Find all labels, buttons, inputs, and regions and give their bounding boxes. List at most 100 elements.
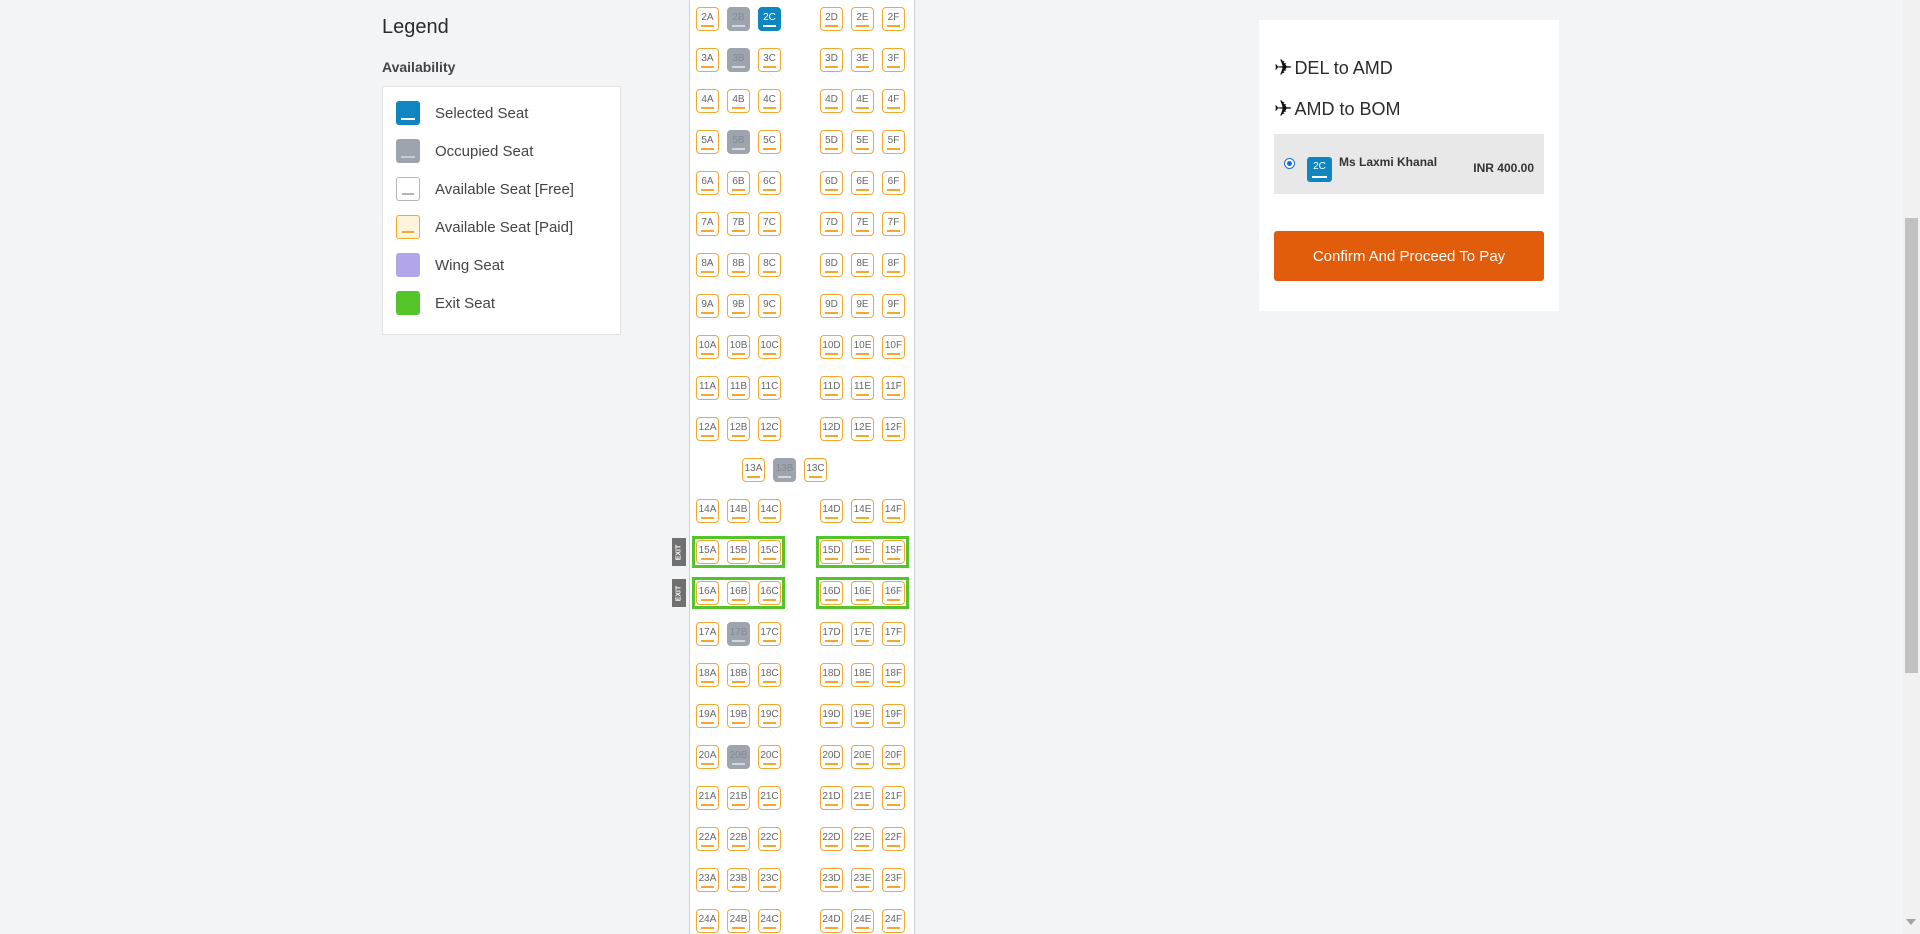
seat-23e[interactable]: 23E: [851, 868, 874, 892]
seat-14a[interactable]: 14A: [696, 499, 719, 523]
seat-12b[interactable]: 12B: [727, 417, 750, 441]
seat-20c[interactable]: 20C: [758, 745, 781, 769]
seat-12f[interactable]: 12F: [882, 417, 905, 441]
seat-22f[interactable]: 22F: [882, 827, 905, 851]
seat-3e[interactable]: 3E: [851, 48, 874, 72]
seat-4a[interactable]: 4A: [696, 89, 719, 113]
seat-21c[interactable]: 21C: [758, 786, 781, 810]
seat-24a[interactable]: 24A: [696, 909, 719, 933]
seat-22c[interactable]: 22C: [758, 827, 781, 851]
seat-12e[interactable]: 12E: [851, 417, 874, 441]
seat-9a[interactable]: 9A: [696, 294, 719, 318]
seat-10e[interactable]: 10E: [851, 335, 874, 359]
seat-4e[interactable]: 4E: [851, 89, 874, 113]
seat-6f[interactable]: 6F: [882, 171, 905, 195]
seat-24b[interactable]: 24B: [727, 909, 750, 933]
seat-8b[interactable]: 8B: [727, 253, 750, 277]
seat-17e[interactable]: 17E: [851, 622, 874, 646]
seat-17f[interactable]: 17F: [882, 622, 905, 646]
seat-14b[interactable]: 14B: [727, 499, 750, 523]
seat-7b[interactable]: 7B: [727, 212, 750, 236]
seat-16c[interactable]: 16C: [758, 581, 781, 605]
seat-5e[interactable]: 5E: [851, 130, 874, 154]
seat-18a[interactable]: 18A: [696, 663, 719, 687]
seat-3c[interactable]: 3C: [758, 48, 781, 72]
seat-12a[interactable]: 12A: [696, 417, 719, 441]
seat-21b[interactable]: 21B: [727, 786, 750, 810]
seat-20d[interactable]: 20D: [820, 745, 843, 769]
seat-5a[interactable]: 5A: [696, 130, 719, 154]
seat-15c[interactable]: 15C: [758, 540, 781, 564]
seat-19e[interactable]: 19E: [851, 704, 874, 728]
seat-11d[interactable]: 11D: [820, 376, 843, 400]
seat-4b[interactable]: 4B: [727, 89, 750, 113]
seat-21d[interactable]: 21D: [820, 786, 843, 810]
seat-21e[interactable]: 21E: [851, 786, 874, 810]
seat-7c[interactable]: 7C: [758, 212, 781, 236]
seat-6b[interactable]: 6B: [727, 171, 750, 195]
seat-9c[interactable]: 9C: [758, 294, 781, 318]
seat-17c[interactable]: 17C: [758, 622, 781, 646]
seat-18f[interactable]: 18F: [882, 663, 905, 687]
seat-14e[interactable]: 14E: [851, 499, 874, 523]
seat-2e[interactable]: 2E: [851, 7, 874, 31]
seat-8c[interactable]: 8C: [758, 253, 781, 277]
seat-6c[interactable]: 6C: [758, 171, 781, 195]
seat-2f[interactable]: 2F: [882, 7, 905, 31]
seat-11a[interactable]: 11A: [696, 376, 719, 400]
seat-23f[interactable]: 23F: [882, 868, 905, 892]
seat-7d[interactable]: 7D: [820, 212, 843, 236]
seat-15e[interactable]: 15E: [851, 540, 874, 564]
seat-9e[interactable]: 9E: [851, 294, 874, 318]
seat-3d[interactable]: 3D: [820, 48, 843, 72]
seat-19b[interactable]: 19B: [727, 704, 750, 728]
seat-15f[interactable]: 15F: [882, 540, 905, 564]
seat-11f[interactable]: 11F: [882, 376, 905, 400]
seat-5d[interactable]: 5D: [820, 130, 843, 154]
seat-8d[interactable]: 8D: [820, 253, 843, 277]
seat-6a[interactable]: 6A: [696, 171, 719, 195]
seat-19d[interactable]: 19D: [820, 704, 843, 728]
passenger-radio[interactable]: [1284, 158, 1295, 169]
seat-23b[interactable]: 23B: [727, 868, 750, 892]
seat-11c[interactable]: 11C: [758, 376, 781, 400]
seat-4f[interactable]: 4F: [882, 89, 905, 113]
seat-18c[interactable]: 18C: [758, 663, 781, 687]
seat-24d[interactable]: 24D: [820, 909, 843, 933]
seat-17a[interactable]: 17A: [696, 622, 719, 646]
seat-17d[interactable]: 17D: [820, 622, 843, 646]
seat-22b[interactable]: 22B: [727, 827, 750, 851]
seat-3a[interactable]: 3A: [696, 48, 719, 72]
seat-8f[interactable]: 8F: [882, 253, 905, 277]
seat-8a[interactable]: 8A: [696, 253, 719, 277]
scroll-down-arrow-icon[interactable]: [1906, 919, 1916, 925]
seat-2d[interactable]: 2D: [820, 7, 843, 31]
seat-18b[interactable]: 18B: [727, 663, 750, 687]
seat-24c[interactable]: 24C: [758, 909, 781, 933]
seat-22e[interactable]: 22E: [851, 827, 874, 851]
seat-4d[interactable]: 4D: [820, 89, 843, 113]
seat-23c[interactable]: 23C: [758, 868, 781, 892]
seat-14d[interactable]: 14D: [820, 499, 843, 523]
passenger-row[interactable]: 2C Ms Laxmi Khanal INR 400.00: [1274, 134, 1544, 194]
seat-11b[interactable]: 11B: [727, 376, 750, 400]
seat-6d[interactable]: 6D: [820, 171, 843, 195]
seat-7e[interactable]: 7E: [851, 212, 874, 236]
seat-9f[interactable]: 9F: [882, 294, 905, 318]
seat-16a[interactable]: 16A: [696, 581, 719, 605]
seat-15b[interactable]: 15B: [727, 540, 750, 564]
seat-10b[interactable]: 10B: [727, 335, 750, 359]
seat-19f[interactable]: 19F: [882, 704, 905, 728]
scrollbar-thumb[interactable]: [1905, 218, 1918, 673]
seat-2c[interactable]: 2C: [758, 7, 781, 31]
seat-20e[interactable]: 20E: [851, 745, 874, 769]
seat-16e[interactable]: 16E: [851, 581, 874, 605]
seat-22d[interactable]: 22D: [820, 827, 843, 851]
seat-8e[interactable]: 8E: [851, 253, 874, 277]
seat-16b[interactable]: 16B: [727, 581, 750, 605]
seat-13a[interactable]: 13A: [742, 458, 765, 482]
seat-23d[interactable]: 23D: [820, 868, 843, 892]
seat-16f[interactable]: 16F: [882, 581, 905, 605]
seat-10c[interactable]: 10C: [758, 335, 781, 359]
seat-18d[interactable]: 18D: [820, 663, 843, 687]
